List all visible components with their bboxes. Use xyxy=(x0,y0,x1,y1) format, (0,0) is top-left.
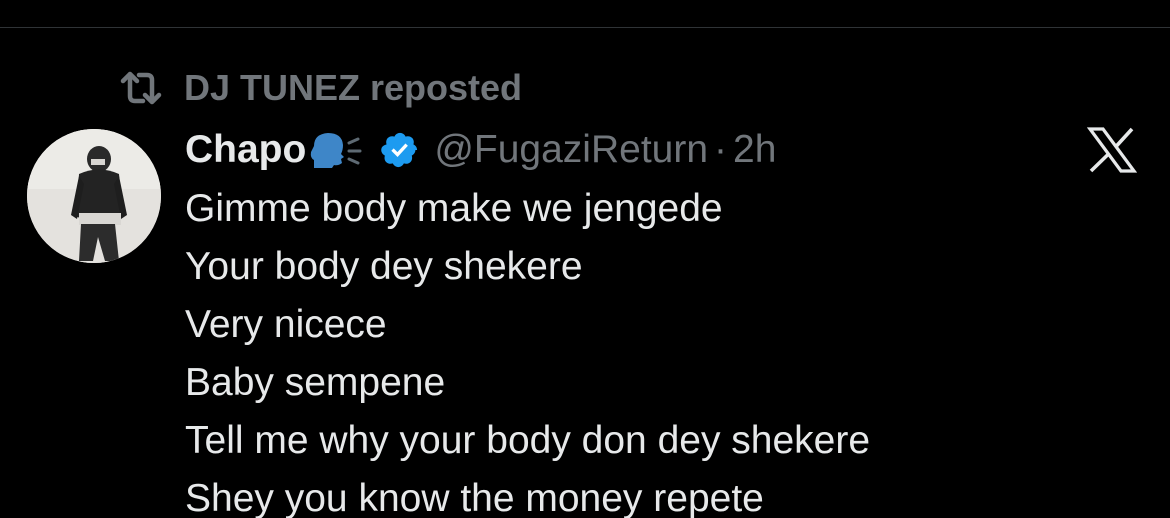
tweet-line: Your body dey shekere xyxy=(185,245,583,288)
repost-label: DJ TUNEZ reposted xyxy=(184,67,523,108)
post-timestamp[interactable]: 2h xyxy=(733,128,776,172)
author-display-name[interactable]: Chapo xyxy=(185,128,306,172)
top-divider xyxy=(0,27,1170,28)
repost-context[interactable]: DJ TUNEZ reposted xyxy=(120,66,522,110)
tweet-line: Baby sempene xyxy=(185,361,446,404)
tweet-line: Shey you know the money repete xyxy=(185,477,764,518)
x-logo-icon xyxy=(1087,127,1137,173)
separator-dot: · xyxy=(714,128,728,171)
tweet-line: Very nicece xyxy=(185,303,387,346)
avatar[interactable] xyxy=(27,129,161,263)
speaking-head-icon xyxy=(308,130,366,170)
verified-badge-icon[interactable] xyxy=(380,130,420,170)
tweet-header: Chapo @FugaziReturn · 2h xyxy=(185,124,776,176)
tweet-line: Gimme body make we jengede xyxy=(185,187,723,230)
author-handle[interactable]: @FugaziReturn xyxy=(434,128,708,172)
tweet-line: Tell me why your body don dey shekere xyxy=(185,419,871,462)
tweet-body: Gimme body make we jengede Your body dey… xyxy=(185,180,1145,518)
repost-icon xyxy=(120,70,162,106)
